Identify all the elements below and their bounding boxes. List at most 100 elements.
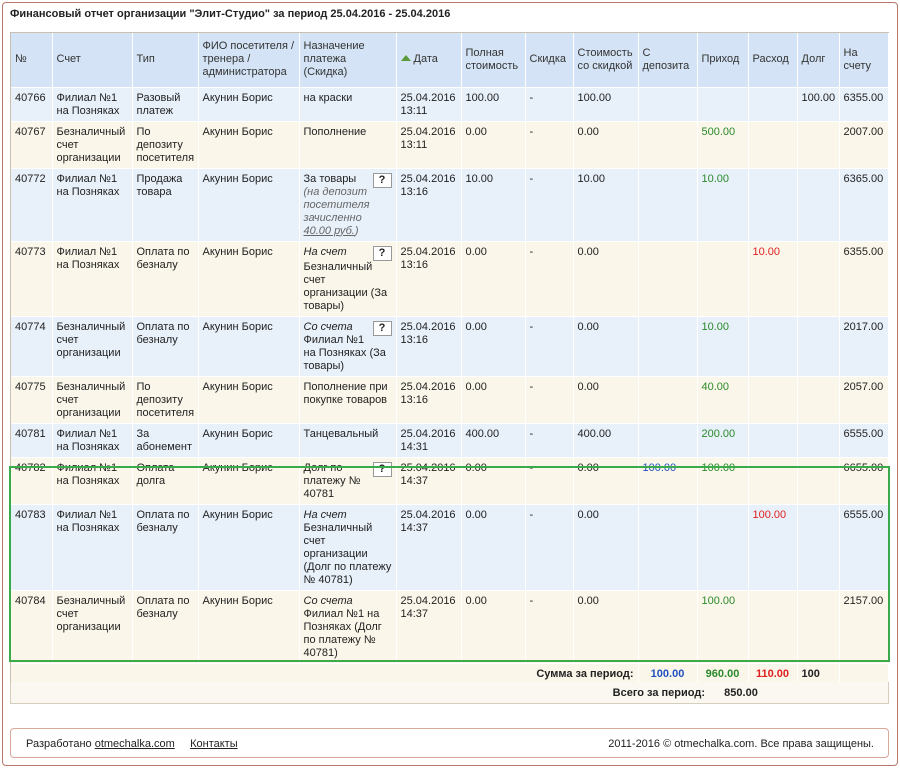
cell-income: 200.00: [697, 423, 749, 458]
cell-discount: -: [525, 504, 574, 591]
cell-balance: 6355.00: [839, 87, 889, 122]
purpose-text: Танцевальный: [303, 427, 379, 440]
cell-account: Филиал №1 на Позняках: [52, 87, 133, 122]
table-row: 40772 Филиал №1 на Позняках Продажа товара…: [11, 168, 889, 242]
col-header-balance[interactable]: На счету: [839, 33, 889, 88]
cell-full-price: 0.00: [461, 504, 526, 591]
cell-type: По депозиту посетителя: [132, 121, 199, 169]
col-header-expense[interactable]: Расход: [748, 33, 798, 88]
cell-type: Оплата по безналу: [132, 590, 199, 664]
col-header-num[interactable]: №: [11, 33, 53, 88]
col-header-date-label: Дата: [413, 53, 438, 66]
purpose-text: Безналичный счет организации (Долг по пл…: [303, 521, 392, 586]
cell-discounted-price: 0.00: [573, 590, 639, 664]
summary-row: Сумма за период: 100.00 960.00 110.00 10…: [11, 663, 889, 685]
footer-left: Разработано otmechalka.com Контакты: [26, 738, 238, 750]
footer-developed-label: Разработано: [26, 738, 92, 750]
cell-full-price: 0.00: [461, 376, 526, 424]
cell-full-price: 400.00: [461, 423, 526, 458]
cell-from-deposit: 100.00: [638, 457, 698, 505]
table-row: 40767 Безналичный счет организации По депо…: [11, 121, 889, 169]
col-header-type[interactable]: Тип: [132, 33, 199, 88]
cell-income: [697, 87, 749, 122]
cell-account: Безналичный счет организации: [52, 590, 133, 664]
page-title: Финансовый отчет организации "Элит-Студи…: [10, 8, 451, 20]
cell-purpose: Пополнение при покупке товаров: [299, 376, 397, 424]
cell-income: [697, 241, 749, 317]
sort-asc-icon: [400, 55, 411, 62]
purpose-note-close: ): [354, 224, 359, 237]
col-header-full-price[interactable]: Полная стоимость: [461, 33, 526, 88]
table-row: 40775 Безналичный счет организации По депо…: [11, 376, 889, 424]
cell-from-deposit: [638, 504, 698, 591]
cell-expense: [748, 168, 798, 242]
cell-balance: 6555.00: [839, 504, 889, 591]
cell-income: 100.00: [697, 457, 749, 505]
cell-balance: 2017.00: [839, 316, 889, 377]
cell-balance: 2157.00: [839, 590, 889, 664]
cell-discount: -: [525, 590, 574, 664]
cell-type: Разовый платеж: [132, 87, 199, 122]
cell-full-price: 0.00: [461, 121, 526, 169]
cell-type: По депозиту посетителя: [132, 376, 199, 424]
cell-date: 25.04.2016 13:11: [396, 121, 462, 169]
cell-purpose: ? Долг по платежу № 40781: [299, 457, 397, 505]
footer-site-link[interactable]: otmechalka.com: [95, 738, 175, 750]
help-button[interactable]: ?: [372, 461, 392, 477]
cell-from-deposit: [638, 423, 698, 458]
cell-type: Оплата долга: [132, 457, 199, 505]
help-button[interactable]: ?: [372, 172, 392, 188]
cell-full-price: 0.00: [461, 590, 526, 664]
summary-income: 960.00: [697, 663, 749, 685]
col-header-debt[interactable]: Долг: [797, 33, 840, 88]
cell-person: Акунин Борис: [198, 457, 300, 505]
purpose-direction: Со счета: [303, 320, 353, 333]
purpose-direction: Со счета: [303, 594, 353, 607]
cell-expense: [748, 423, 798, 458]
cell-expense: [748, 87, 798, 122]
col-header-discounted[interactable]: Стоимость со скидкой: [573, 33, 639, 88]
cell-date: 25.04.2016 13:16: [396, 168, 462, 242]
table-body: 40766 Филиал №1 на Позняках Разовый платеж…: [11, 87, 889, 664]
cell-expense: [748, 590, 798, 664]
cell-full-price: 0.00: [461, 457, 526, 505]
cell-person: Акунин Борис: [198, 590, 300, 664]
col-header-purpose[interactable]: Назначение платежа (Скидка): [299, 33, 397, 88]
cell-num: 40775: [11, 376, 53, 424]
col-header-from-deposit[interactable]: С депозита: [638, 33, 698, 88]
cell-account: Безналичный счет организации: [52, 316, 133, 377]
summary-deposit: 100.00: [638, 663, 698, 685]
cell-expense: [748, 457, 798, 505]
purpose-text: Филиал №1 на Позняках (Долг по платежу №…: [303, 607, 382, 659]
purpose-direction: На счет: [303, 508, 347, 521]
cell-expense: 100.00: [748, 504, 798, 591]
cell-date: 25.04.2016 14:37: [396, 457, 462, 505]
purpose-text: на краски: [303, 91, 353, 104]
cell-debt: [797, 504, 840, 591]
col-header-account[interactable]: Счет: [52, 33, 133, 88]
cell-from-deposit: [638, 241, 698, 317]
table-row: 40781 Филиал №1 на Позняках За абонемент Ак…: [11, 423, 889, 458]
purpose-text: Безналичный счет организации (За товары): [303, 260, 388, 312]
purpose-note-text: (на депозит посетителя зачисленно: [303, 185, 370, 224]
cell-num: 40781: [11, 423, 53, 458]
help-button[interactable]: ?: [372, 245, 392, 261]
cell-discount: -: [525, 457, 574, 505]
cell-debt: [797, 376, 840, 424]
help-button[interactable]: ?: [372, 320, 392, 336]
cell-num: 40767: [11, 121, 53, 169]
cell-from-deposit: [638, 168, 698, 242]
cell-purpose: Со счета Филиал №1 на Позняках (Долг по п…: [299, 590, 397, 664]
total-value: 850.00: [724, 687, 758, 699]
cell-expense: [748, 316, 798, 377]
col-header-date[interactable]: Дата: [396, 33, 462, 88]
footer-contacts-link[interactable]: Контакты: [190, 738, 238, 750]
col-header-income[interactable]: Приход: [697, 33, 749, 88]
cell-income: 100.00: [697, 590, 749, 664]
col-header-person[interactable]: ФИО посетителя / тренера / администратор…: [198, 33, 300, 88]
cell-discounted-price: 0.00: [573, 121, 639, 169]
purpose-note: (на депозит посетителя зачисленно 40.00 …: [304, 186, 370, 237]
col-header-discount[interactable]: Скидка: [525, 33, 574, 88]
cell-person: Акунин Борис: [198, 423, 300, 458]
cell-type: Оплата по безналу: [132, 241, 199, 317]
